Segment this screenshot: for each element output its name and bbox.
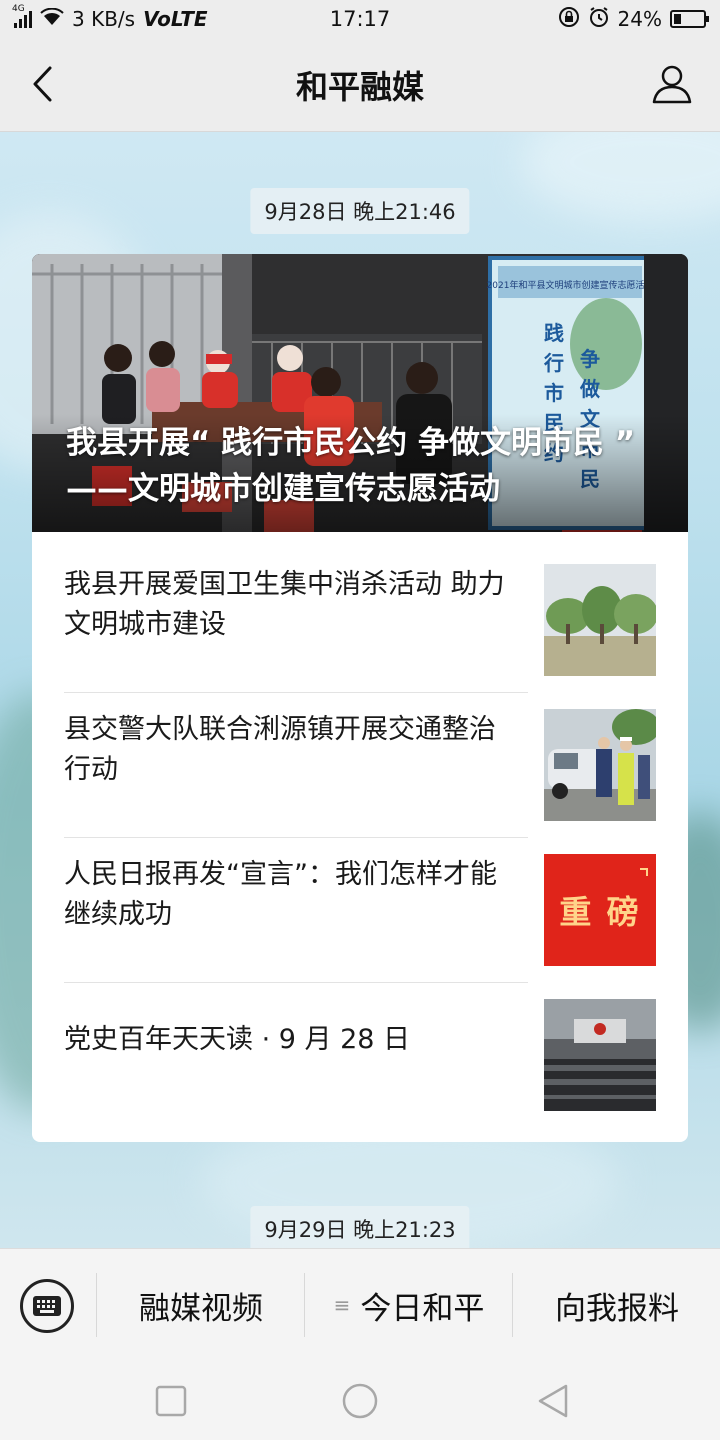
profile-button[interactable] [650,62,694,106]
poster-text: 重 磅 [559,893,641,931]
wifi-icon [40,7,64,31]
list-item[interactable]: 县交警大队联合浰源镇开展交通整治行动 [64,677,656,822]
back-icon [538,1384,568,1418]
lock-rotation-icon [558,6,580,33]
menu-item-report[interactable]: 向我报料 [514,1269,720,1341]
article-card: 2021年和平县文明城市创建宣传志愿活动 践行市民约 争做文市民 我县开展“ 践… [32,254,688,1142]
nav-back-button[interactable] [534,1382,572,1420]
menu-item-video[interactable]: 融媒视频 [98,1269,304,1341]
article-title: 党史百年天天读 · 9 月 28 日 [64,1023,411,1055]
recent-apps-button[interactable] [152,1382,190,1420]
traffic-police-photo [544,709,656,821]
chevron-left-icon [33,66,52,102]
article-title: 人民日报再发“宣言”：我们怎样才能继续成功 [64,858,497,930]
chat-background: 9月28日 晚上21:46 2021年和平县文明城市创建宣传志愿活动 践 行 市… [0,132,720,1248]
timestamp-badge: 9月29日 晚上21:23 [250,1206,470,1248]
bottom-menu: 融媒视频 ≡ 今日和平 向我报料 [0,1248,720,1360]
home-button[interactable] [341,1382,379,1420]
article-title: 我县开展爱国卫生集中消杀活动 助力文明城市建设 [64,568,505,640]
hero-article-title: 我县开展“ 践行市民公约 争做文明市民 ” ——文明城市创建宣传志愿活动 [66,425,636,507]
alarm-icon [588,6,610,33]
status-bar: 4G 3 KB/s VoLTE 17:17 24% [0,0,720,38]
meeting-hall-photo [544,999,656,1111]
menu-lines-icon: ≡ [333,1293,351,1317]
battery-percent: 24% [617,7,662,31]
network-speed: 3 KB/s [72,7,136,31]
back-button[interactable] [22,62,62,106]
red-poster: 重 磅 [544,854,656,966]
list-item[interactable]: 党史百年天天读 · 9 月 28 日 [64,967,656,1112]
status-right: 24% [558,6,709,33]
battery-icon [670,10,709,28]
status-left: 4G 3 KB/s VoLTE [12,4,208,31]
home-icon [342,1383,378,1419]
banner-caption: 2021年和平县文明城市创建宣传志愿活动 [487,279,654,291]
timestamp-badge: 9月28日 晚上21:46 [250,188,470,234]
page-title: 和平融媒 [295,67,424,106]
svg-text:市: 市 [544,381,564,405]
keyboard-icon [33,1296,61,1316]
article-title: 县交警大队联合浰源镇开展交通整治行动 [64,713,496,785]
volte-label: VoLTE [143,7,208,31]
svg-text:争: 争 [580,347,600,371]
signal-icon: 4G [12,4,32,28]
chat-header: 和平融媒 [0,38,720,132]
person-icon [652,65,692,104]
trees-photo [544,564,656,676]
svg-text:做: 做 [579,377,601,401]
system-nav-bar [0,1360,720,1440]
svg-text:行: 行 [543,351,564,375]
recent-apps-icon [155,1385,187,1417]
list-item[interactable]: 人民日报再发“宣言”：我们怎样才能继续成功 重 磅 [64,822,656,967]
list-item[interactable]: 我县开展爱国卫生集中消杀活动 助力文明城市建设 [64,532,656,677]
keyboard-toggle-button[interactable] [20,1279,74,1333]
svg-text:践: 践 [544,321,564,345]
menu-item-today[interactable]: ≡ 今日和平 [306,1269,512,1341]
hero-article[interactable]: 2021年和平县文明城市创建宣传志愿活动 践行市民约 争做文市民 我县开展“ 践… [32,254,688,532]
